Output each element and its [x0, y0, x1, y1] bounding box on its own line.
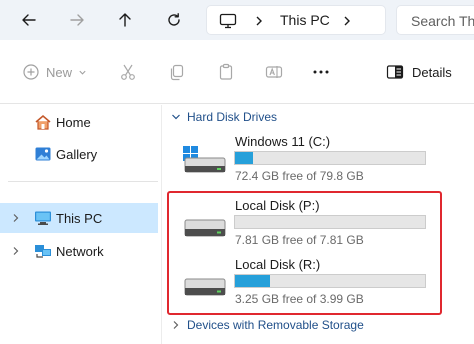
drive-name: Windows 11 (C:) — [235, 134, 331, 149]
sidebar-item-label: Home — [56, 114, 91, 130]
drive-usage-bar — [234, 274, 426, 288]
drive-usage-fill — [235, 275, 271, 287]
rename-button[interactable] — [265, 60, 283, 84]
new-label: New — [46, 64, 73, 80]
sidebar-item-this-pc[interactable]: This PC — [0, 203, 158, 233]
sidebar-item-network[interactable]: Network — [0, 236, 158, 266]
navigation-pane: Home Gallery This PC Network — [0, 105, 162, 344]
drive-item-p[interactable]: Local Disk (P:) 7.81 GB free of 7.81 GB — [183, 198, 463, 250]
sidebar-item-label: This PC — [56, 210, 103, 226]
drive-usage-fill — [235, 152, 253, 164]
drive-free-space: 72.4 GB free of 79.8 GB — [235, 169, 364, 183]
chevron-right-icon[interactable] — [342, 15, 352, 27]
more-options-button[interactable] — [312, 60, 330, 84]
chevron-right-icon[interactable] — [254, 15, 264, 27]
drive-item-r[interactable]: Local Disk (R:) 3.25 GB free of 3.99 GB — [183, 257, 463, 309]
network-icon — [35, 245, 51, 258]
drive-name: Local Disk (R:) — [235, 257, 321, 272]
scissors-icon — [121, 64, 135, 80]
sidebar-item-label: Gallery — [56, 146, 98, 162]
sidebar-item-label: Network — [56, 243, 104, 259]
cut-button[interactable] — [119, 60, 137, 84]
drive-free-space: 3.25 GB free of 3.99 GB — [235, 292, 364, 306]
group-header-hard-disk-drives[interactable]: Hard Disk Drives — [171, 110, 277, 124]
copy-button[interactable] — [168, 60, 186, 84]
clipboard-icon — [219, 63, 233, 80]
paste-button[interactable] — [217, 60, 235, 84]
details-label: Details — [412, 64, 452, 80]
drive-item-c[interactable]: Windows 11 (C:) 72.4 GB free of 79.8 GB — [183, 134, 463, 186]
up-button[interactable] — [112, 8, 138, 32]
computer-icon — [35, 211, 51, 225]
sidebar-item-gallery[interactable]: Gallery — [0, 139, 158, 169]
copy-icon — [170, 64, 184, 81]
arrow-left-icon — [22, 14, 36, 26]
sidebar-divider — [8, 181, 158, 182]
search-placeholder: Search Th — [411, 13, 474, 29]
hard-drive-icon — [184, 278, 226, 296]
address-location[interactable]: This PC — [280, 12, 330, 28]
chevron-down-icon — [172, 114, 180, 120]
back-button[interactable] — [16, 8, 42, 32]
refresh-button[interactable] — [161, 8, 187, 32]
forward-button[interactable] — [64, 8, 90, 32]
details-pane-icon — [386, 65, 404, 79]
home-icon — [35, 114, 51, 130]
refresh-icon — [168, 13, 180, 26]
sidebar-item-home[interactable]: Home — [0, 107, 158, 137]
drive-name: Local Disk (P:) — [235, 198, 320, 213]
group-header-label: Devices with Removable Storage — [187, 318, 364, 332]
command-bar: New Details — [0, 40, 474, 104]
gallery-icon — [35, 147, 51, 161]
chevron-right-icon — [173, 321, 179, 329]
drive-usage-bar — [234, 151, 426, 165]
group-header-label: Hard Disk Drives — [187, 110, 278, 124]
rename-icon — [265, 66, 283, 78]
details-button[interactable]: Details — [386, 60, 452, 84]
plus-circle-icon — [23, 64, 39, 80]
more-dots-icon — [313, 70, 329, 74]
new-button[interactable]: New — [22, 60, 87, 84]
computer-icon — [219, 13, 237, 29]
chevron-right-icon[interactable] — [12, 246, 20, 256]
chevron-down-icon — [79, 70, 86, 75]
drive-usage-bar — [234, 215, 426, 229]
chevron-right-icon[interactable] — [12, 213, 20, 223]
group-header-removable-storage[interactable]: Devices with Removable Storage — [171, 318, 364, 332]
address-bar-row: This PC Search Th — [0, 0, 474, 40]
arrow-right-icon — [70, 14, 84, 26]
arrow-up-icon — [119, 13, 131, 27]
drive-free-space: 7.81 GB free of 7.81 GB — [235, 233, 364, 247]
address-box[interactable]: This PC — [206, 5, 386, 35]
content-area: Hard Disk Drives Windows 11 (C:) 72.4 GB… — [163, 105, 474, 344]
hard-drive-icon — [184, 219, 226, 237]
windows-drive-icon — [183, 146, 226, 173]
search-input[interactable]: Search Th — [396, 5, 474, 35]
